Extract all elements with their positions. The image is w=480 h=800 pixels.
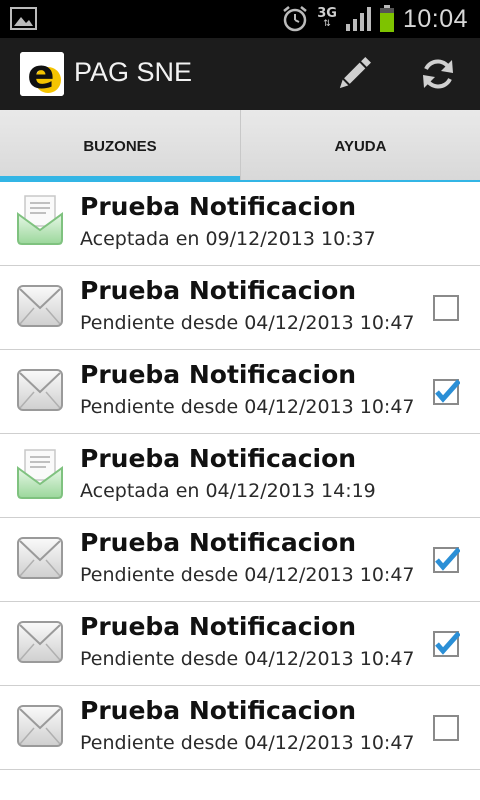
envelope-icon bbox=[16, 532, 64, 584]
notification-title: Prueba Notificacion bbox=[80, 696, 357, 725]
status-bar: 3G ⇅ 10:04 bbox=[0, 0, 480, 38]
tab-buzones[interactable]: BUZONES bbox=[0, 110, 240, 182]
notification-list[interactable]: Prueba Notificacion Aceptada en 09/12/201… bbox=[0, 182, 480, 800]
edit-button[interactable] bbox=[332, 52, 376, 96]
notification-item[interactable]: Prueba Notificacion Aceptada en 04/12/201… bbox=[0, 434, 480, 518]
envelope-icon bbox=[16, 280, 64, 332]
signal-strength-icon bbox=[345, 7, 371, 31]
notification-status: Aceptada en 04/12/2013 14:19 bbox=[80, 480, 376, 502]
pencil-icon bbox=[339, 57, 371, 89]
notification-status: Pendiente desde 04/12/2013 10:47 bbox=[80, 564, 415, 586]
notification-status: Aceptada en 09/12/2013 10:37 bbox=[80, 228, 376, 250]
envelope-icon bbox=[16, 700, 64, 752]
tab-ayuda[interactable]: AYUDA bbox=[240, 110, 480, 182]
notification-title: Prueba Notificacion bbox=[80, 360, 357, 389]
network-type-indicator: 3G ⇅ bbox=[317, 6, 337, 29]
svg-text:e: e bbox=[27, 52, 54, 96]
notification-title: Prueba Notificacion bbox=[80, 192, 357, 221]
checkbox[interactable] bbox=[432, 294, 460, 322]
notification-item[interactable]: Prueba Notificacion Pendiente desde 04/12… bbox=[0, 266, 480, 350]
open-envelope-icon bbox=[16, 194, 64, 246]
notification-item[interactable]: Prueba Notificacion Aceptada en 09/12/201… bbox=[0, 182, 480, 266]
notification-status: Pendiente desde 04/12/2013 10:47 bbox=[80, 648, 415, 670]
battery-icon bbox=[379, 5, 394, 32]
notification-item[interactable]: Prueba Notificacion Pendiente desde 04/12… bbox=[0, 602, 480, 686]
envelope-icon bbox=[16, 616, 64, 668]
envelope-icon bbox=[16, 364, 64, 416]
checkbox-checked[interactable] bbox=[432, 546, 461, 574]
tab-bar: BUZONES AYUDA bbox=[0, 110, 480, 182]
app-logo-icon: e bbox=[20, 52, 64, 96]
checkbox-checked[interactable] bbox=[432, 378, 461, 406]
notification-title: Prueba Notificacion bbox=[80, 612, 357, 641]
notification-title: Prueba Notificacion bbox=[80, 528, 357, 557]
notification-item[interactable]: Prueba Notificacion Pendiente desde 04/12… bbox=[0, 350, 480, 434]
notification-item[interactable]: Prueba Notificacion Pendiente desde 04/12… bbox=[0, 518, 480, 602]
app-logo: e bbox=[20, 52, 64, 96]
app-title: PAG SNE bbox=[74, 57, 193, 87]
alarm-icon bbox=[283, 6, 307, 32]
notification-status: Pendiente desde 04/12/2013 10:47 bbox=[80, 732, 415, 754]
checkbox[interactable] bbox=[432, 714, 460, 742]
action-bar: e PAG SNE bbox=[0, 38, 480, 110]
open-envelope-icon bbox=[16, 448, 64, 500]
status-clock: 10:04 bbox=[402, 4, 468, 33]
notification-item[interactable]: Prueba Notificacion Pendiente desde 04/12… bbox=[0, 686, 480, 770]
notification-status: Pendiente desde 04/12/2013 10:47 bbox=[80, 396, 415, 418]
notification-title: Prueba Notificacion bbox=[80, 276, 357, 305]
gallery-notification-icon bbox=[10, 7, 37, 30]
refresh-button[interactable] bbox=[416, 52, 460, 96]
refresh-icon bbox=[423, 59, 453, 89]
notification-title: Prueba Notificacion bbox=[80, 444, 357, 473]
checkbox-checked[interactable] bbox=[432, 630, 461, 658]
notification-status: Pendiente desde 04/12/2013 10:47 bbox=[80, 312, 415, 334]
